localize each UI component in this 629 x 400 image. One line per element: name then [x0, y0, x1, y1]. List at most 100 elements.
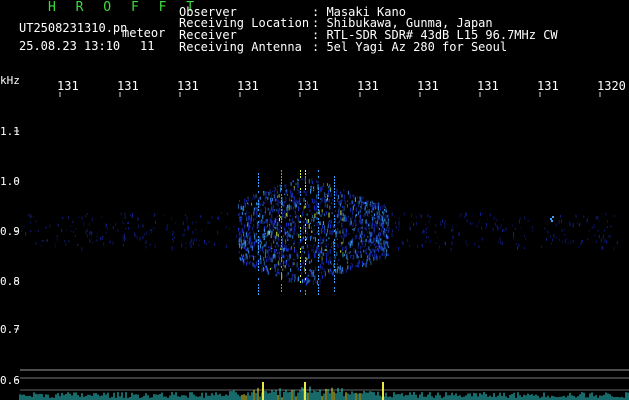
- echo-speck: [255, 207, 257, 209]
- echo-speck: [366, 262, 368, 264]
- echo-streak: [334, 245, 335, 247]
- echo-speck: [330, 190, 332, 193]
- noise-speck: [122, 236, 124, 241]
- echo-speck: [264, 244, 266, 247]
- noise-speck: [101, 215, 103, 218]
- echo-speck: [360, 197, 362, 201]
- echo-speck: [343, 205, 345, 211]
- noise-speck: [57, 223, 59, 227]
- noise-speck: [207, 220, 209, 225]
- echo-speck: [259, 237, 261, 239]
- echo-streak: [258, 242, 259, 244]
- noise-speck: [380, 218, 382, 222]
- echo-speck: [331, 230, 333, 236]
- echo-speck: [387, 214, 389, 217]
- echo-speck: [240, 234, 242, 239]
- echo-speck: [272, 239, 274, 241]
- echo-speck: [323, 213, 325, 217]
- echo-speck: [336, 263, 338, 265]
- echo-speck: [367, 231, 369, 234]
- echo-speck: [314, 266, 316, 271]
- noise-speck: [117, 229, 119, 233]
- echo-speck: [378, 249, 379, 253]
- echo-speck: [376, 256, 378, 261]
- noise-speck: [581, 240, 583, 242]
- echo-streak: [258, 215, 259, 217]
- noise-speck: [439, 245, 441, 249]
- echo-speck: [301, 215, 302, 219]
- echo-speck: [329, 249, 331, 254]
- noise-speck: [513, 235, 515, 239]
- echo-speck: [339, 242, 341, 244]
- echo-speck: [345, 218, 347, 223]
- echo-speck: [291, 220, 293, 224]
- echo-speck: [291, 226, 293, 232]
- echo-streak: [258, 185, 259, 187]
- echo-speck: [276, 209, 278, 211]
- echo-speck: [254, 255, 256, 258]
- echo-speck: [369, 258, 371, 260]
- echo-speck: [370, 202, 372, 207]
- echo-streak: [258, 284, 259, 286]
- echo-speck: [260, 260, 262, 265]
- echo-speck: [346, 260, 348, 262]
- echo-streak: [318, 191, 319, 193]
- noise-speck: [185, 242, 187, 244]
- noise-speck: [451, 241, 453, 245]
- echo-speck: [272, 208, 274, 213]
- echo-speck: [360, 214, 362, 220]
- echo-speck: [340, 243, 342, 248]
- noise-speck: [398, 221, 400, 226]
- echo-speck: [317, 205, 319, 208]
- echo-speck: [246, 231, 248, 233]
- echo-speck: [317, 280, 319, 285]
- echo-speck: [365, 238, 367, 243]
- echo-speck: [252, 264, 254, 267]
- echo-streak: [334, 221, 335, 223]
- noise-speck: [186, 221, 188, 223]
- echo-speck: [242, 254, 244, 257]
- echo-speck: [285, 212, 287, 216]
- echo-speck: [324, 202, 326, 207]
- echo-speck: [298, 233, 300, 238]
- echo-speck: [307, 274, 309, 277]
- noise-speck: [524, 216, 526, 220]
- echo-speck: [247, 247, 249, 251]
- noise-speck: [150, 229, 151, 231]
- noise-speck: [579, 222, 581, 227]
- echo-speck: [347, 265, 349, 270]
- echo-streak: [305, 218, 306, 220]
- echo-streak: [281, 170, 282, 172]
- echo-speck: [344, 246, 346, 249]
- noise-speck: [444, 226, 446, 229]
- echo-speck: [278, 227, 280, 233]
- echo-speck: [285, 254, 287, 256]
- noise-speck: [182, 234, 184, 237]
- echo-speck: [309, 236, 311, 239]
- echo-speck: [356, 237, 358, 239]
- echo-speck: [380, 239, 382, 241]
- echo-speck: [304, 269, 305, 271]
- echo-speck: [276, 271, 278, 277]
- echo-speck: [311, 248, 313, 252]
- echo-speck: [337, 194, 339, 200]
- echo-streak: [300, 239, 301, 241]
- echo-speck: [321, 230, 323, 233]
- noise-speck: [30, 215, 32, 218]
- echo-speck: [373, 224, 375, 227]
- noise-speck: [425, 227, 427, 230]
- echo-speck: [293, 187, 295, 191]
- echo-speck: [345, 254, 347, 259]
- noise-speck: [300, 224, 302, 227]
- noise-speck: [312, 246, 314, 248]
- noise-speck: [564, 234, 566, 236]
- noise-speck: [603, 228, 605, 233]
- echo-speck: [336, 268, 338, 274]
- echo-speck: [316, 194, 318, 199]
- echo-speck: [268, 231, 270, 235]
- echo-speck: [321, 260, 323, 265]
- echo-speck: [293, 180, 294, 182]
- noise-speck: [191, 238, 193, 242]
- echo-speck: [247, 259, 249, 264]
- noise-speck: [363, 245, 365, 247]
